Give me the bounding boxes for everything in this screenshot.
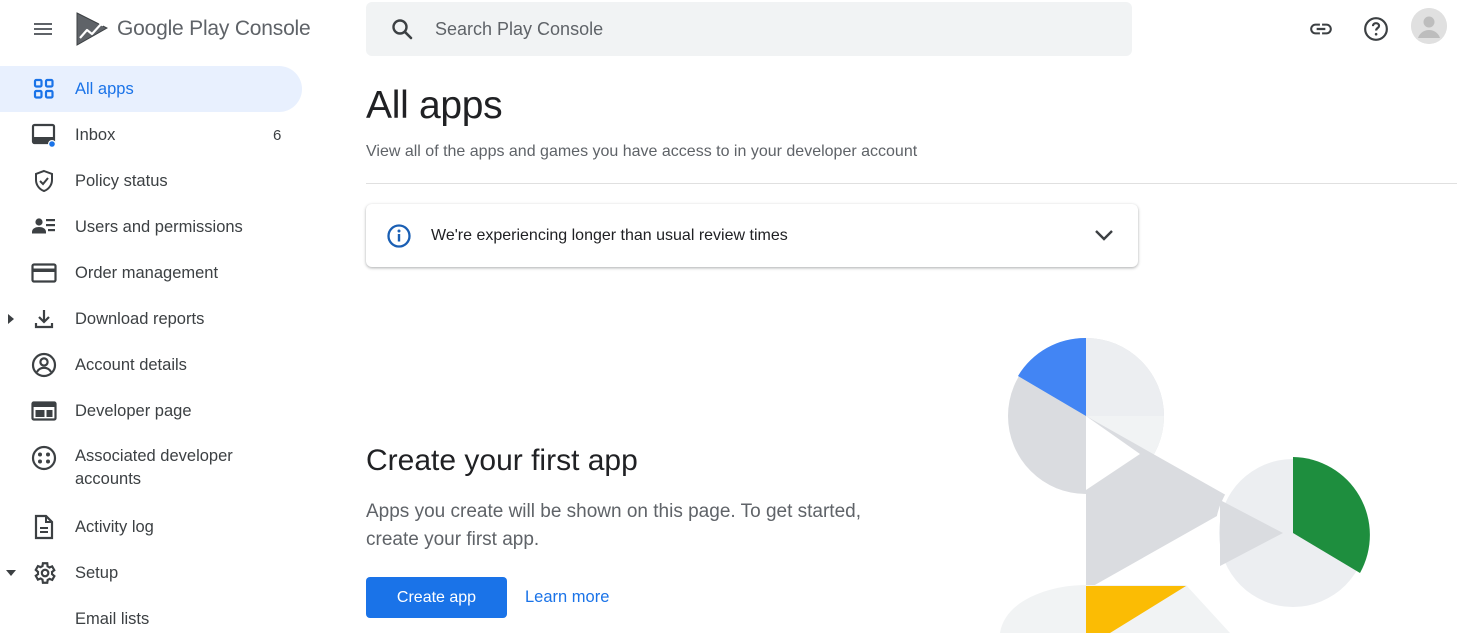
sidebar-item-setup[interactable]: Setup <box>0 550 310 596</box>
account-avatar[interactable] <box>1411 8 1447 44</box>
help-button[interactable] <box>1356 9 1396 49</box>
sidebar-item-label: Policy status <box>75 171 168 190</box>
document-icon <box>31 514 57 540</box>
sidebar-item-label: Account details <box>75 355 187 374</box>
chevron-down-icon[interactable] <box>1090 221 1118 249</box>
link-icon <box>1310 23 1332 35</box>
illustration-light-quarter <box>1086 338 1164 416</box>
sidebar-subitem-email-lists[interactable]: Email lists <box>0 596 310 633</box>
search-bar[interactable] <box>366 2 1132 56</box>
caret-down-icon[interactable] <box>5 567 17 579</box>
sidebar-item-label-line1: Associated developer <box>75 447 233 465</box>
sidebar-item-label-line2: accounts <box>75 470 142 488</box>
sidebar-item-label: Users and permissions <box>75 217 243 236</box>
sidebar-item-label: Inbox <box>75 125 116 144</box>
create-app-button[interactable]: Create app <box>366 577 507 618</box>
sidebar-item-activity-log[interactable]: Activity log <box>0 504 310 550</box>
review-times-notice[interactable]: We're experiencing longer than usual rev… <box>366 204 1138 267</box>
credit-card-icon <box>31 260 57 286</box>
associated-accounts-icon <box>31 445 57 471</box>
web-page-icon <box>31 398 57 424</box>
info-icon <box>385 222 413 250</box>
sidebar-nav: All apps Inbox 6 Policy status Users and… <box>0 66 310 633</box>
sidebar-item-developer-page[interactable]: Developer page <box>0 388 310 434</box>
apps-grid-icon <box>31 76 57 102</box>
sidebar-item-label: Download reports <box>75 309 205 328</box>
caret-right-icon[interactable] <box>5 313 17 325</box>
notice-text: We're experiencing longer than usual rev… <box>431 226 788 244</box>
empty-state-description: Apps you create will be shown on this pa… <box>366 501 862 550</box>
sidebar-item-users-permissions[interactable]: Users and permissions <box>0 204 310 250</box>
search-icon[interactable] <box>388 15 416 43</box>
empty-state-title: Create your first app <box>366 444 638 477</box>
play-illustration <box>1000 337 1371 633</box>
sidebar-item-label: All apps <box>75 79 134 98</box>
gear-icon <box>31 560 57 586</box>
inbox-count-badge: 6 <box>273 126 282 144</box>
account-avatar-icon <box>1411 8 1447 44</box>
play-console-logo[interactable]: Google Play Console <box>76 11 311 47</box>
sidebar-item-inbox[interactable]: Inbox 6 <box>0 112 310 158</box>
shield-icon <box>31 168 57 194</box>
logo-text-google: Google Play <box>117 17 230 40</box>
learn-more-link[interactable]: Learn more <box>517 577 617 618</box>
logo-text: Google Play Console <box>117 17 311 41</box>
main-menu-button[interactable] <box>24 12 62 46</box>
sidebar-item-all-apps[interactable]: All apps <box>0 66 302 112</box>
users-icon <box>31 214 57 240</box>
copy-link-button[interactable] <box>1301 9 1341 49</box>
sidebar-item-account-details[interactable]: Account details <box>0 342 310 388</box>
download-icon <box>31 306 57 332</box>
page-title: All apps <box>366 84 503 127</box>
hamburger-menu-icon <box>34 23 52 35</box>
sidebar-item-associated-accounts[interactable]: Associated developer accounts <box>0 434 310 504</box>
help-icon <box>1364 17 1388 41</box>
sidebar-item-label: Developer page <box>75 401 192 420</box>
inbox-icon <box>31 122 57 148</box>
sidebar-item-label: Activity log <box>75 517 154 536</box>
header-divider <box>366 183 1457 184</box>
sidebar-item-order-management[interactable]: Order management <box>0 250 310 296</box>
sidebar-item-download-reports[interactable]: Download reports <box>0 296 310 342</box>
sidebar-item-policy-status[interactable]: Policy status <box>0 158 310 204</box>
account-circle-icon <box>31 352 57 378</box>
sidebar-item-label: Setup <box>75 563 119 582</box>
search-input[interactable] <box>435 18 1075 40</box>
play-console-logo-icon <box>76 12 108 46</box>
sidebar-item-label: Associated developer accounts <box>75 445 233 491</box>
logo-text-console: Console <box>234 17 311 40</box>
page-subtitle: View all of the apps and games you have … <box>366 143 918 160</box>
sidebar-item-label: Email lists <box>75 609 150 628</box>
sidebar-item-label: Order management <box>75 263 219 282</box>
